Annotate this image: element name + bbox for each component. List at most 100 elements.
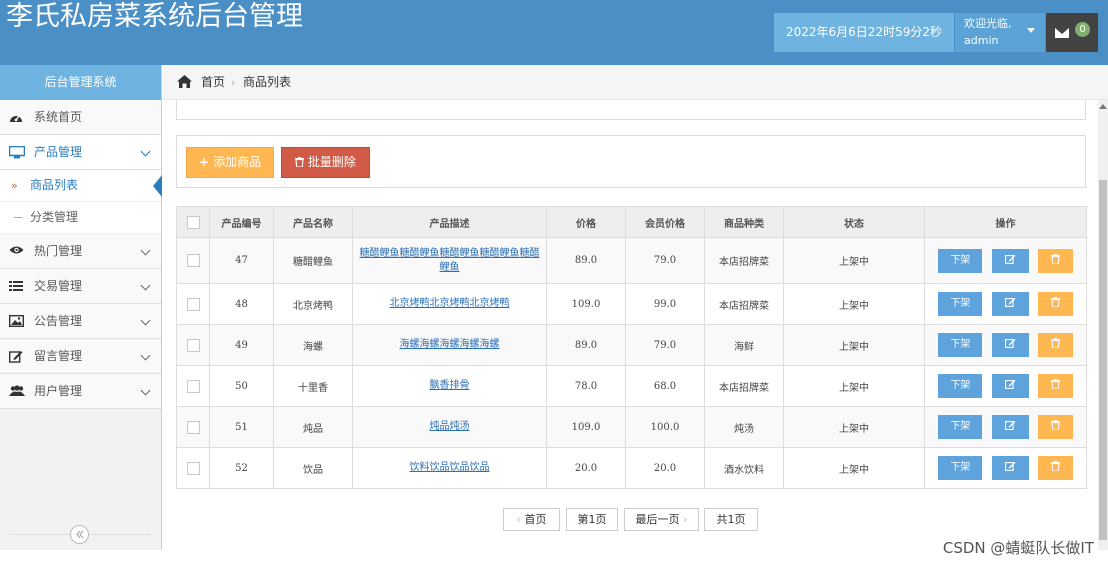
delete-button[interactable] (1037, 415, 1073, 439)
product-desc-link[interactable]: 飘香排骨 (426, 379, 474, 393)
first-page-button[interactable]: ‹ 首页 (503, 508, 560, 531)
trash-icon (295, 157, 305, 168)
column-header: 状态 (783, 206, 925, 238)
edit-button[interactable] (991, 333, 1029, 357)
breadcrumb-home-link[interactable]: 首页 (201, 65, 225, 100)
add-product-button[interactable]: + 添加商品 (186, 147, 274, 178)
row-checkbox[interactable] (186, 297, 200, 311)
chevron-down-icon (140, 315, 151, 326)
sidebar-item-trade[interactable]: 交易管理 (0, 269, 161, 304)
breadcrumb: 首页 › 商品列表 (163, 65, 1108, 100)
row-checkbox[interactable] (186, 461, 200, 475)
product-status: 上架中 (783, 365, 925, 407)
dashboard-icon (9, 111, 23, 123)
row-select-cell (176, 447, 210, 489)
vertical-scrollbar[interactable] (1098, 100, 1108, 550)
product-category: 海鲜 (704, 324, 784, 366)
delete-button[interactable] (1037, 374, 1073, 398)
sidebar-item-label: 用户管理 (34, 384, 83, 398)
collapse-sidebar-button[interactable] (70, 525, 89, 544)
off-shelf-button[interactable]: 下架 (938, 333, 983, 357)
row-checkbox[interactable] (186, 254, 200, 267)
product-category: 本店招牌菜 (704, 365, 784, 407)
column-header: 商品种类 (704, 206, 784, 238)
product-desc-cell: 糖醋鲤鱼糖醋鲤鱼糖醋鲤鱼糖醋鲤鱼糖醋鲤鱼 (352, 237, 547, 284)
product-desc-link[interactable]: 海螺海螺海螺海螺海螺 (396, 338, 504, 352)
user-menu[interactable]: 欢迎光临, admin (955, 13, 1045, 52)
product-name: 北京烤鸭 (273, 283, 353, 325)
product-status: 上架中 (783, 447, 925, 489)
product-category: 本店招牌菜 (704, 237, 784, 284)
sidebar-item-hot[interactable]: 热门管理 (0, 234, 161, 269)
sidebar-collapse-bar (0, 520, 161, 550)
product-price: 109.0 (546, 283, 626, 325)
edit-button[interactable] (991, 415, 1029, 439)
breadcrumb-current: 商品列表 (243, 75, 292, 89)
edit-icon (1004, 420, 1015, 430)
delete-button[interactable] (1037, 248, 1073, 273)
edit-button[interactable] (991, 456, 1029, 480)
watermark: CSDN @蜻蜓队长做IT (942, 539, 1094, 557)
product-table: 产品编号 产品名称 产品描述 价格 会员价格 商品种类 状态 操作 47 糖醋鲤… (176, 206, 1087, 489)
off-shelf-button[interactable]: 下架 (938, 292, 983, 316)
product-price: 89.0 (546, 324, 626, 366)
edit-button[interactable] (991, 374, 1029, 398)
users-icon (9, 385, 25, 397)
batch-delete-button[interactable]: 批量删除 (281, 147, 370, 178)
plus-icon: + (198, 155, 214, 169)
edit-button[interactable] (991, 292, 1029, 316)
sidebar-item-message[interactable]: 留言管理 (0, 339, 161, 374)
product-member-price: 79.0 (625, 324, 705, 366)
sidebar-item-home[interactable]: 系统首页 (0, 100, 161, 135)
delete-button[interactable] (1037, 292, 1073, 316)
row-checkbox[interactable] (186, 420, 200, 434)
select-all-checkbox[interactable] (186, 215, 200, 229)
product-desc-link[interactable]: 糖醋鲤鱼糖醋鲤鱼糖醋鲤鱼糖醋鲤鱼糖醋鲤鱼 (353, 247, 546, 275)
product-desc-link[interactable]: 饮料饮品饮品饮品 (406, 461, 494, 475)
scroll-up-icon (1099, 104, 1107, 109)
product-desc-link[interactable]: 炖品炖汤 (426, 420, 474, 434)
edit-icon (8, 350, 23, 363)
edit-icon (1004, 338, 1015, 348)
sidebar-item-notice[interactable]: 公告管理 (0, 304, 161, 339)
delete-button[interactable] (1037, 456, 1073, 480)
off-shelf-button[interactable]: 下架 (938, 415, 983, 439)
off-shelf-button[interactable]: 下架 (938, 456, 983, 480)
row-select-cell (176, 365, 210, 407)
edit-button[interactable] (991, 248, 1029, 273)
chevron-down-icon (140, 146, 151, 157)
product-status: 上架中 (783, 324, 925, 366)
datetime-display: 2022年6月6日22时59分2秒 (774, 13, 954, 52)
sidebar-item-users[interactable]: 用户管理 (0, 374, 161, 409)
product-desc-link[interactable]: 北京烤鸭北京烤鸭北京烤鸭 (386, 297, 514, 311)
sidebar-subitem-category[interactable]: 分类管理 (0, 202, 161, 234)
sidebar-item-label: 交易管理 (34, 279, 83, 293)
tree-dash (14, 217, 22, 218)
product-desc-cell: 海螺海螺海螺海螺海螺 (352, 324, 547, 366)
last-page-button[interactable]: 最后一页 › (624, 508, 699, 531)
envelope-icon (1055, 28, 1069, 38)
delete-button[interactable] (1037, 333, 1073, 357)
row-checkbox[interactable] (186, 338, 200, 352)
sidebar-subitem-product-list[interactable]: » 商品列表 (0, 170, 162, 202)
off-shelf-button[interactable]: 下架 (938, 374, 983, 398)
sidebar-item-label: 公告管理 (34, 314, 83, 328)
edit-icon (1004, 461, 1015, 471)
edit-icon (1004, 297, 1015, 307)
page-1-button[interactable]: 第1页 (566, 508, 618, 531)
row-checkbox[interactable] (186, 379, 200, 393)
off-shelf-button[interactable]: 下架 (938, 248, 983, 273)
product-status: 上架中 (783, 237, 925, 284)
column-header: 价格 (546, 206, 626, 238)
chevron-down-icon (140, 245, 151, 256)
trash-icon (1050, 253, 1060, 265)
scrollbar-thumb[interactable] (1099, 180, 1107, 540)
sidebar-item-products[interactable]: 产品管理 (0, 135, 161, 170)
sidebar-item-label: 产品管理 (34, 145, 83, 159)
mail-button[interactable]: 0 (1046, 13, 1098, 52)
row-actions: 下架 (924, 365, 1087, 407)
sidebar-item-label: 热门管理 (34, 244, 83, 258)
product-member-price: 79.0 (625, 237, 705, 284)
chevron-down-icon (140, 385, 151, 396)
desktop-icon (8, 145, 26, 159)
